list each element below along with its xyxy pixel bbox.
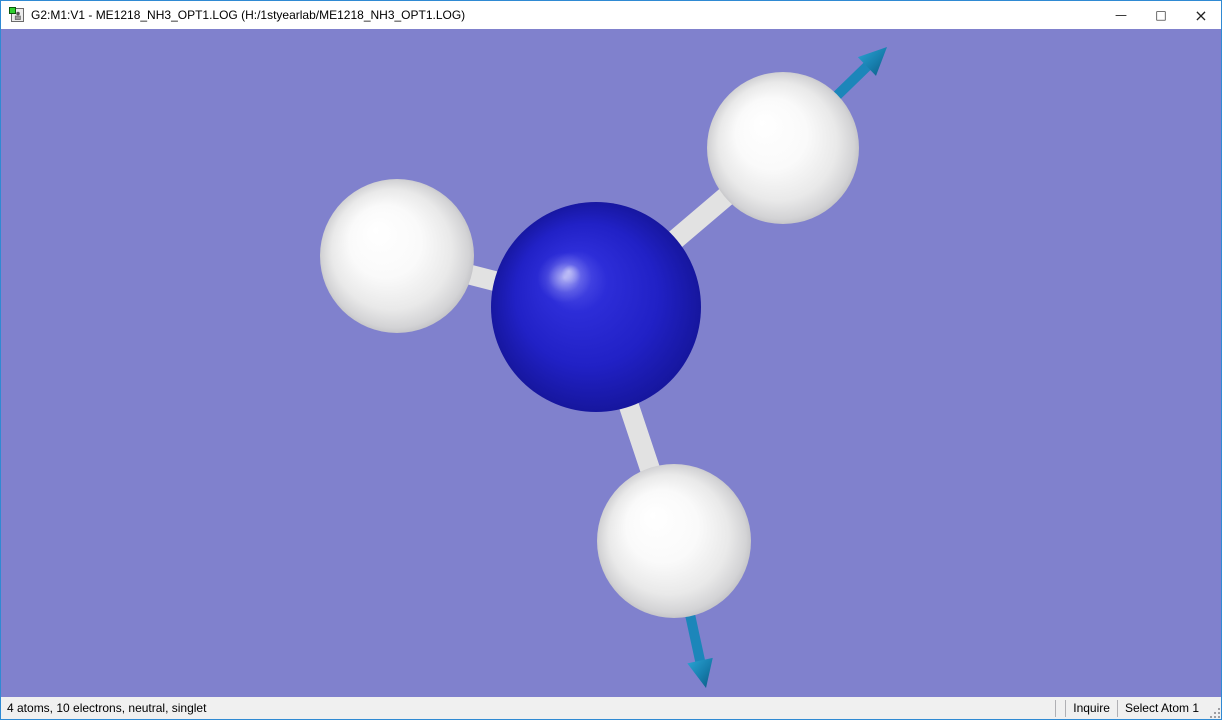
status-bar: 4 atoms, 10 electrons, neutral, singlet … (1, 697, 1221, 719)
close-button[interactable]: × (1181, 1, 1221, 29)
window-controls: — □ × (1101, 1, 1221, 29)
mouse-mode-pane: Inquire (1073, 701, 1110, 715)
title-bar: G2:M1:V1 - ME1218_NH3_OPT1.LOG (H:/1stye… (1, 1, 1221, 29)
minimize-button[interactable]: — (1101, 1, 1141, 29)
statusbar-empty-pane (1056, 697, 1065, 719)
atom-H[interactable] (320, 179, 474, 333)
maximize-button[interactable]: □ (1141, 1, 1181, 29)
atom-H[interactable] (707, 72, 859, 224)
dipole-arrow-head (687, 657, 713, 688)
app-window: G2:M1:V1 - ME1218_NH3_OPT1.LOG (H:/1stye… (0, 0, 1222, 720)
selection-mode-pane: Select Atom 1 (1124, 701, 1199, 715)
resize-grip-dots (1210, 708, 1220, 718)
atom-H[interactable] (597, 464, 751, 618)
atom-specular-highlight (537, 252, 592, 303)
atom-N[interactable] (491, 202, 701, 412)
window-title: G2:M1:V1 - ME1218_NH3_OPT1.LOG (H:/1stye… (31, 8, 466, 22)
molecule-info-text: 4 atoms, 10 electrons, neutral, singlet (7, 701, 207, 715)
resize-grip[interactable] (1206, 697, 1221, 719)
app-icon[interactable] (9, 7, 25, 23)
molecule-viewport[interactable] (1, 29, 1221, 697)
molecule-canvas[interactable] (1, 29, 1221, 697)
